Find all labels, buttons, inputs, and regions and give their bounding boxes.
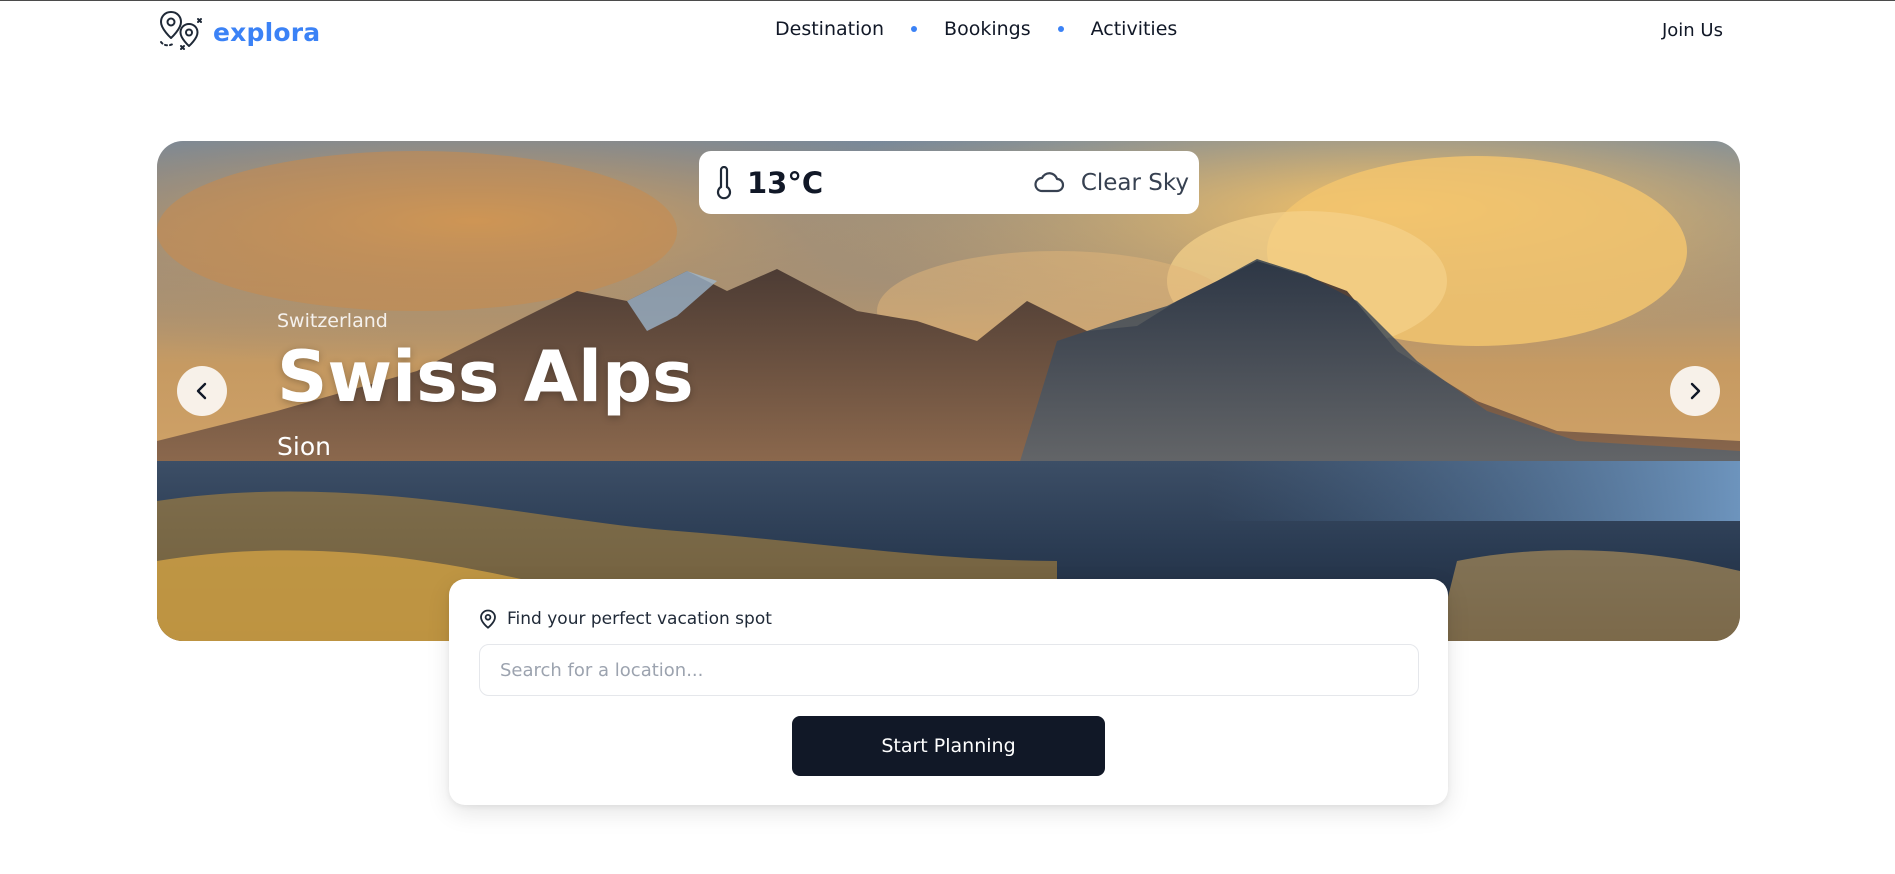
carousel-prev-button[interactable] <box>177 366 227 416</box>
nav-separator-dot <box>911 26 918 32</box>
hero-carousel: 13°C Clear Sky Switzerland Swiss Alps Si… <box>157 141 1740 641</box>
site-header: explora Destination Bookings Activities … <box>0 0 1895 66</box>
weather-condition: Clear Sky <box>1080 169 1189 196</box>
map-pin-route-icon <box>160 11 202 50</box>
join-us-link[interactable]: Join Us <box>1662 20 1723 41</box>
map-pin-icon <box>480 609 496 629</box>
main-nav: Destination Bookings Activities <box>775 18 1177 40</box>
hero-title: Swiss Alps <box>277 336 694 418</box>
chevron-right-icon <box>1690 382 1701 400</box>
brand-name: explora <box>213 17 321 47</box>
nav-item-destination[interactable]: Destination <box>775 18 884 40</box>
hero-country: Switzerland <box>277 310 388 332</box>
search-label-row: Find your perfect vacation spot <box>479 609 772 629</box>
cloud-icon <box>1034 171 1064 192</box>
nav-item-activities[interactable]: Activities <box>1091 18 1178 40</box>
start-planning-button[interactable]: Start Planning <box>792 716 1105 776</box>
hero-caption: Switzerland Swiss Alps Sion <box>277 310 694 461</box>
nav-separator-dot <box>1057 26 1064 32</box>
location-search-input[interactable] <box>479 644 1419 696</box>
hero-city: Sion <box>277 432 331 461</box>
search-label: Find your perfect vacation spot <box>507 609 772 629</box>
weather-widget: 13°C Clear Sky <box>699 151 1199 214</box>
search-card: Find your perfect vacation spot Start Pl… <box>449 579 1448 805</box>
nav-item-bookings[interactable]: Bookings <box>944 18 1031 40</box>
carousel-next-button[interactable] <box>1670 366 1720 416</box>
chevron-left-icon <box>196 382 207 400</box>
brand-logo[interactable]: explora <box>157 8 320 54</box>
thermometer-icon <box>716 165 732 199</box>
temperature-value: 13°C <box>747 165 824 200</box>
